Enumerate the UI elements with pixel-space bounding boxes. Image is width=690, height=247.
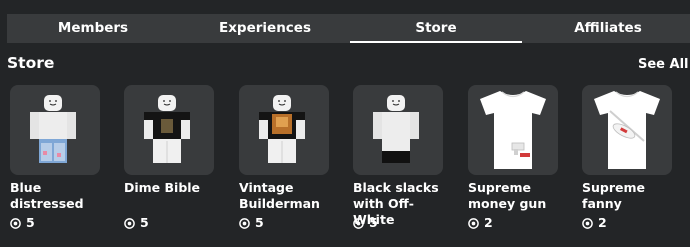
item-thumbnail: [10, 85, 100, 175]
tshirt-money-gun-icon: [480, 91, 546, 169]
store-item[interactable]: Supreme fanny 2: [582, 85, 682, 231]
avatar-blue-jeans-icon: [30, 95, 76, 163]
item-thumbnail: [124, 85, 214, 175]
item-price-value: 2: [484, 215, 493, 230]
item-price: 2: [582, 215, 682, 231]
item-thumbnail: [239, 85, 329, 175]
item-price-value: 5: [255, 215, 264, 230]
tab-store[interactable]: Store: [350, 14, 522, 43]
item-name: Supreme money gun: [468, 180, 547, 211]
store-item[interactable]: Supreme money gun 2: [468, 85, 568, 231]
item-price: 5: [10, 215, 110, 231]
robux-icon: [582, 217, 593, 229]
item-price-value: 5: [369, 215, 378, 230]
tshirt-fanny-pack-icon: [594, 91, 660, 169]
robux-icon: [10, 217, 21, 229]
item-thumbnail: [582, 85, 672, 175]
item-thumbnail: [353, 85, 443, 175]
item-thumbnail: [468, 85, 558, 175]
item-price: 2: [468, 215, 568, 231]
robux-icon: [124, 217, 135, 229]
robux-icon: [353, 217, 364, 229]
tab-experiences[interactable]: Experiences: [179, 14, 351, 43]
tab-affiliates[interactable]: Affiliates: [522, 14, 690, 43]
robux-icon: [239, 217, 250, 229]
item-price-value: 5: [26, 215, 35, 230]
tab-members[interactable]: Members: [7, 14, 179, 43]
item-price-value: 2: [598, 215, 607, 230]
see-all-link[interactable]: See All→: [638, 57, 690, 72]
item-price: 5: [124, 215, 224, 231]
item-price: 5: [239, 215, 339, 231]
item-name: Dime Bible: [124, 180, 201, 195]
store-item[interactable]: Blue distressed 5: [10, 85, 110, 231]
store-item[interactable]: Dime Bible 5: [124, 85, 224, 231]
item-price-value: 5: [140, 215, 149, 230]
item-name: Vintage Builderman: [239, 180, 320, 211]
see-all-label: See All: [638, 57, 689, 72]
store-item[interactable]: Vintage Builderman 5: [239, 85, 339, 231]
robux-icon: [468, 217, 479, 229]
group-tabs: Members Experiences Store Affiliates: [7, 14, 690, 43]
avatar-black-slacks-icon: [373, 95, 419, 163]
store-item[interactable]: Black slacks with Off-White 5: [353, 85, 453, 231]
avatar-black-shirt-icon: [144, 95, 190, 163]
avatar-builderman-shirt-icon: [259, 95, 305, 163]
section-title: Store: [7, 54, 55, 72]
item-name: Black slacks with Off-White: [353, 180, 439, 227]
item-name: Supreme fanny: [582, 180, 645, 211]
item-name: Blue distressed: [10, 180, 84, 211]
